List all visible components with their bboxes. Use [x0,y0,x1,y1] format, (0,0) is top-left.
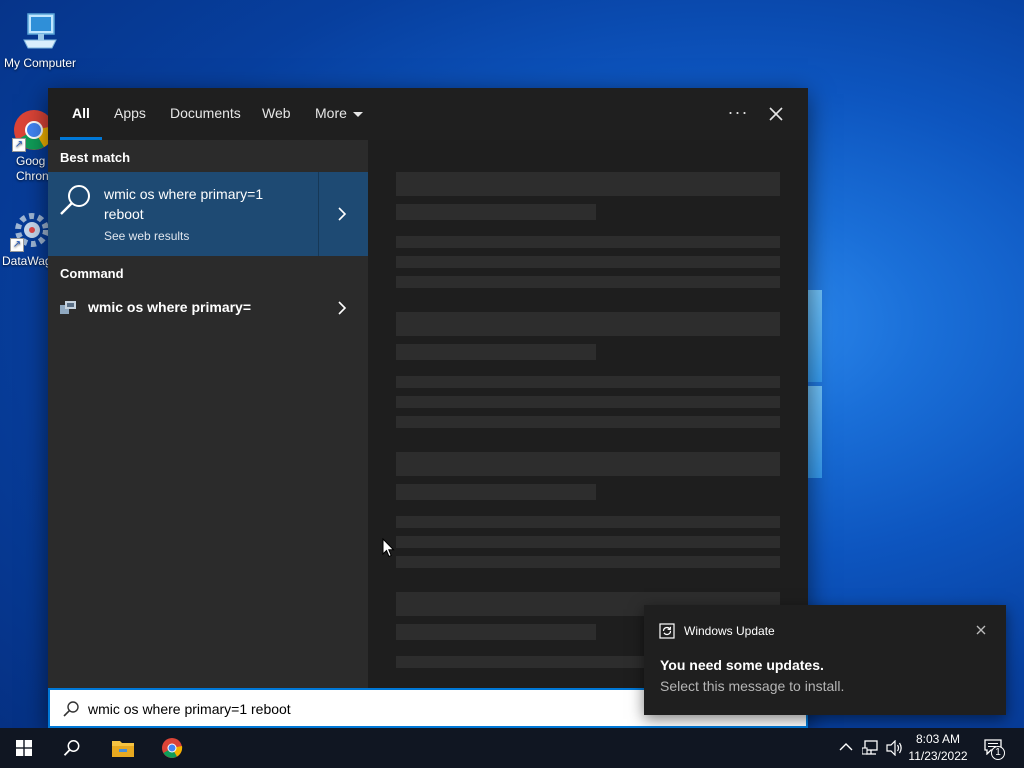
tab-apps[interactable]: Apps [114,88,146,140]
start-button[interactable] [0,728,48,768]
computer-icon [18,10,62,54]
volume-icon[interactable] [886,740,904,756]
loading-placeholder [396,276,780,288]
windows-update-icon [659,623,675,639]
notification-count-badge: 1 [991,746,1005,760]
best-match-header: Best match [60,150,131,165]
chrome-icon [162,738,183,758]
dismiss-notification-icon[interactable] [974,623,988,637]
command-result-item[interactable]: wmic os where primary= [48,292,368,324]
tab-documents[interactable]: Documents [170,88,241,140]
shortcut-arrow-icon: ↗ [12,138,26,152]
close-icon [769,107,783,121]
loading-placeholder [396,484,596,500]
tab-label: Apps [114,105,146,121]
tab-web[interactable]: Web [262,88,291,140]
notification-body: Select this message to install. [660,678,845,694]
loading-placeholder [396,452,780,476]
taskbar: 8:03 AM 11/23/2022 1 [0,728,1024,768]
notification-app-name: Windows Update [684,624,775,638]
tab-label: More [315,105,347,121]
search-icon [63,701,79,717]
mouse-pointer-icon [382,538,395,558]
search-tabs-bar: All Apps Documents Web More ··· [48,88,808,140]
loading-placeholder [396,624,596,640]
loading-placeholder [396,396,780,408]
loading-placeholder [396,256,780,268]
taskbar-chrome[interactable] [148,728,196,768]
loading-placeholder [396,556,780,568]
tab-label: All [72,105,90,121]
folder-icon [112,741,134,757]
network-icon[interactable] [862,740,880,756]
clock-date: 11/23/2022 [908,749,968,763]
shortcut-arrow-icon: ↗ [10,238,24,252]
desktop-icon-label: My Computer [3,56,77,70]
search-icon [60,185,90,215]
notification-title: You need some updates. [660,657,824,673]
chevron-right-icon[interactable] [337,301,347,315]
action-center-button[interactable]: 1 [980,736,1010,762]
windows-logo-icon [16,740,32,756]
loading-placeholder [396,236,780,248]
results-list: Best match wmic os where primary=1 reboo… [48,140,368,688]
loading-placeholder [396,516,780,528]
clock[interactable]: 8:03 AM 11/23/2022 [906,731,970,765]
update-notification[interactable]: Windows Update You need some updates. Se… [644,605,1006,715]
best-match-subtitle: See web results [104,229,190,243]
loading-placeholder [396,536,780,548]
command-header: Command [60,266,124,281]
tab-all[interactable]: All [60,88,102,140]
tab-label: Documents [170,105,241,121]
taskbar-search-button[interactable] [48,728,96,768]
tab-more[interactable]: More [315,88,363,140]
chevron-right-icon[interactable] [337,207,347,221]
more-options-button[interactable]: ··· [724,100,752,128]
loading-placeholder [396,204,596,220]
loading-placeholder [396,344,596,360]
loading-placeholder [396,172,780,196]
loading-placeholder [396,376,780,388]
chevron-up-icon[interactable] [839,742,853,752]
search-input[interactable] [88,698,648,720]
command-result-label: wmic os where primary= [88,299,252,315]
best-match-item[interactable]: wmic os where primary=1 reboot See web r… [48,172,368,256]
best-match-title: wmic os where primary=1 reboot [104,186,264,222]
search-icon [63,740,80,756]
wallpaper-beam [808,386,822,478]
close-button[interactable] [762,100,790,128]
wallpaper-beam [808,290,822,382]
command-icon [60,301,76,314]
taskbar-file-explorer[interactable] [98,728,146,768]
clock-time: 8:03 AM [915,732,961,746]
loading-placeholder [396,312,780,336]
loading-placeholder [396,416,780,428]
caret-down-icon [352,111,363,117]
divider [318,172,319,256]
tab-label: Web [262,105,291,121]
desktop-icon-my-computer[interactable]: My Computer [0,10,80,70]
